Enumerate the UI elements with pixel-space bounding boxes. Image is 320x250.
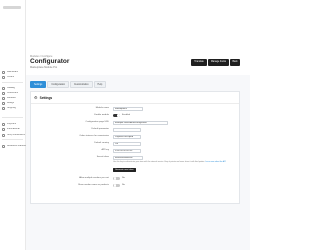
config-url-input[interactable]: example.com/admin/configurator <box>113 120 168 125</box>
secret-token-input[interactable]: xxxxxxxxxxxxxxxx <box>113 155 143 160</box>
cart-icon <box>2 76 5 79</box>
tab-help[interactable]: Help <box>93 81 107 88</box>
gear-icon <box>2 134 5 137</box>
sidebar-divider <box>2 82 23 83</box>
multiple-vendors-state: No <box>122 176 125 179</box>
sidebar-item-label: Advanced Parameters <box>7 145 26 147</box>
generate-token-button[interactable]: Generate new token <box>113 167 136 172</box>
secret-token-help-text: Use this key to authenticate your store … <box>113 160 206 163</box>
enable-module-toggle[interactable] <box>113 113 120 118</box>
main-area: Modules / Configure Configurator Marketp… <box>26 0 250 250</box>
config-url-label: Configuration page URL <box>85 121 109 123</box>
sidebar-item-label: Payment <box>7 123 17 125</box>
vendor-name-label: Show vendor name on products <box>78 184 109 186</box>
card-icon <box>2 123 5 126</box>
sidebar: Dashboard Orders Catalog Customers Modules De… <box>0 0 26 250</box>
sidebar-item-label: Orders <box>7 76 15 78</box>
brush-icon <box>2 102 5 105</box>
default-country-label: Default country <box>94 142 109 144</box>
sidebar-divider <box>2 117 23 118</box>
tab-configuration[interactable]: Configuration <box>47 81 69 88</box>
sidebar-item-international[interactable]: International <box>0 127 26 132</box>
settings-card: ⚙ Settings Module name Marketplace Enabl… <box>30 91 240 204</box>
sidebar-item-label: International <box>7 128 20 130</box>
user-icon <box>2 92 5 95</box>
sidebar-item-label: Customers <box>7 92 19 94</box>
module-name-input[interactable]: Marketplace <box>113 106 143 111</box>
divider <box>31 103 239 104</box>
sidebar-item-label: Catalog <box>7 87 15 89</box>
card-title: Settings <box>39 96 53 100</box>
sidebar-item-shop-parameters[interactable]: Shop Parameters <box>0 133 26 138</box>
learn-more-link[interactable]: Learn more about the API <box>205 161 225 163</box>
order-statuses-label: Order statuses for commission <box>79 135 109 137</box>
enable-module-label: Enable module <box>94 114 109 116</box>
card-header: ⚙ Settings <box>34 95 53 101</box>
globe-icon <box>2 128 5 131</box>
tab-settings[interactable]: Settings <box>30 81 47 88</box>
secret-token-help: Use this key to authenticate your store … <box>113 161 238 163</box>
sidebar-item-orders[interactable]: Orders <box>0 75 26 80</box>
page-title: Configurator <box>30 58 70 65</box>
gear-icon: ⚙ <box>34 95 38 100</box>
sidebar-item-label: Dashboard <box>7 71 19 73</box>
sidebar-item-advanced-parameters[interactable]: Advanced Parameters <box>0 144 26 149</box>
puzzle-icon <box>2 97 5 100</box>
order-statuses-input[interactable]: Payment accepted <box>113 134 141 139</box>
page-header: Modules / Configure Configurator Marketp… <box>26 0 250 75</box>
page-subtitle: Marketplace Module Pro <box>30 66 58 69</box>
tab-bar: Settings Configuration Customization Hel… <box>30 81 107 88</box>
sidebar-item-shipping[interactable]: Shipping <box>0 106 26 111</box>
enable-module-state: Enabled <box>122 113 131 116</box>
sidebar-item-label: Modules <box>7 97 16 99</box>
sliders-icon <box>2 145 5 148</box>
tab-customization[interactable]: Customization <box>69 81 93 88</box>
default-parameter-label: Default parameter <box>91 128 109 130</box>
secret-token-label: Secret token <box>96 156 109 158</box>
api-key-input[interactable]: XXXXXXXXXXXX <box>113 148 141 153</box>
default-parameter-input[interactable] <box>113 127 141 132</box>
default-country-value: US <box>115 142 119 145</box>
sidebar-logo <box>3 6 21 9</box>
sidebar-item-label: Shipping <box>7 107 16 109</box>
api-key-label: API key <box>101 149 109 151</box>
tag-icon <box>2 87 5 90</box>
sidebar-divider <box>2 139 23 140</box>
vendor-name-toggle[interactable] <box>113 183 120 188</box>
multiple-vendors-toggle[interactable] <box>113 176 120 181</box>
default-country-select[interactable]: US <box>113 141 141 146</box>
home-icon <box>2 71 5 74</box>
sidebar-item-label: Design <box>7 102 15 104</box>
manage-hooks-button[interactable]: Manage hooks <box>208 59 229 66</box>
back-button[interactable]: Back <box>230 59 240 66</box>
translate-button[interactable]: Translate <box>191 59 207 66</box>
truck-icon <box>2 107 5 110</box>
module-name-label: Module name <box>95 107 109 109</box>
sidebar-item-label: Shop Parameters <box>7 134 25 136</box>
multiple-vendors-label: Allow multiple vendors per cart <box>79 177 109 179</box>
vendor-name-state: No <box>122 183 125 186</box>
